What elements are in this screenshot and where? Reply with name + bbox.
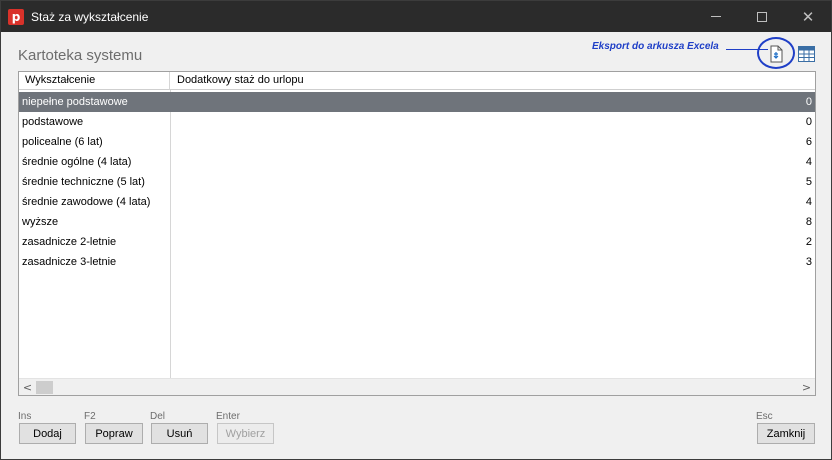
table-row[interactable]: średnie techniczne (5 lat) 5 (19, 172, 815, 192)
table-row[interactable]: policealne (6 lat) 6 (19, 132, 815, 152)
add-button[interactable]: Dodaj (19, 423, 76, 444)
cell-education: zasadnicze 3-letnie (22, 256, 117, 268)
select-button[interactable]: Wybierz (217, 423, 274, 444)
table-row[interactable]: podstawowe 0 (19, 112, 815, 132)
shortcut-hint-select: Enter (216, 411, 240, 422)
cell-extra-seniority: 4 (805, 156, 812, 168)
scroll-right-icon[interactable]: > (798, 379, 815, 396)
table-row[interactable]: zasadnicze 3-letnie 3 (19, 252, 815, 272)
section-title: Kartoteka systemu (18, 47, 143, 64)
cell-extra-seniority: 5 (805, 176, 812, 188)
scroll-left-icon[interactable]: < (19, 379, 36, 396)
horizontal-scrollbar[interactable]: < > (19, 378, 815, 395)
scrollbar-thumb[interactable] (36, 381, 53, 394)
close-button[interactable]: Zamknij (757, 423, 815, 444)
cell-extra-seniority: 0 (805, 96, 812, 108)
table-row[interactable]: niepełne podstawowe 0 (19, 92, 815, 112)
window-title: Staż za wykształcenie (31, 10, 149, 24)
table-row[interactable]: średnie ogólne (4 lata) 4 (19, 152, 815, 172)
table-row[interactable]: średnie zawodowe (4 lata) 4 (19, 192, 815, 212)
shortcut-hint-close: Esc (756, 411, 773, 422)
shortcut-hint-edit: F2 (84, 411, 96, 422)
excel-export-icon[interactable] (768, 45, 784, 63)
app-logo-icon: p (8, 9, 24, 25)
column-header-education[interactable]: Wykształcenie (19, 72, 170, 90)
shortcut-hint-delete: Del (150, 411, 166, 422)
shortcut-hint-add: Ins (18, 411, 32, 422)
cell-education: podstawowe (22, 116, 84, 128)
cell-extra-seniority: 2 (805, 236, 812, 248)
minimize-button[interactable] (693, 1, 739, 32)
edit-button[interactable]: Popraw (85, 423, 143, 444)
cell-extra-seniority: 8 (805, 216, 812, 228)
app-window: p Staż za wykształcenie ✕ Kartoteka syst… (0, 0, 832, 460)
close-window-button[interactable]: ✕ (785, 1, 831, 32)
cell-extra-seniority: 3 (805, 256, 812, 268)
table-row[interactable]: wyższe 8 (19, 212, 815, 232)
close-icon: ✕ (801, 7, 815, 26)
column-header-extra-seniority[interactable]: Dodatkowy staż do urlopu (170, 72, 815, 90)
cell-education: policealne (6 lat) (22, 136, 103, 148)
cell-extra-seniority: 4 (805, 196, 812, 208)
cell-education: średnie ogólne (4 lata) (22, 156, 132, 168)
cell-extra-seniority: 6 (805, 136, 812, 148)
cell-education: niepełne podstawowe (22, 96, 128, 108)
data-grid[interactable]: Wykształcenie Dodatkowy staż do urlopu n… (18, 71, 816, 396)
title-bar[interactable]: p Staż za wykształcenie ✕ (1, 1, 831, 32)
cell-education: wyższe (22, 216, 59, 228)
cell-education: średnie zawodowe (4 lata) (22, 196, 151, 208)
cell-extra-seniority: 0 (805, 116, 812, 128)
excel-export-annotation: Eksport do arkusza Excela (592, 41, 719, 52)
delete-button[interactable]: Usuń (151, 423, 208, 444)
cell-education: średnie techniczne (5 lat) (22, 176, 145, 188)
table-view-icon[interactable] (798, 46, 815, 62)
minimize-icon (711, 16, 721, 17)
cell-education: zasadnicze 2-letnie (22, 236, 117, 248)
table-row[interactable]: zasadnicze 2-letnie 2 (19, 232, 815, 252)
maximize-icon (757, 11, 767, 22)
maximize-button[interactable] (739, 1, 785, 32)
